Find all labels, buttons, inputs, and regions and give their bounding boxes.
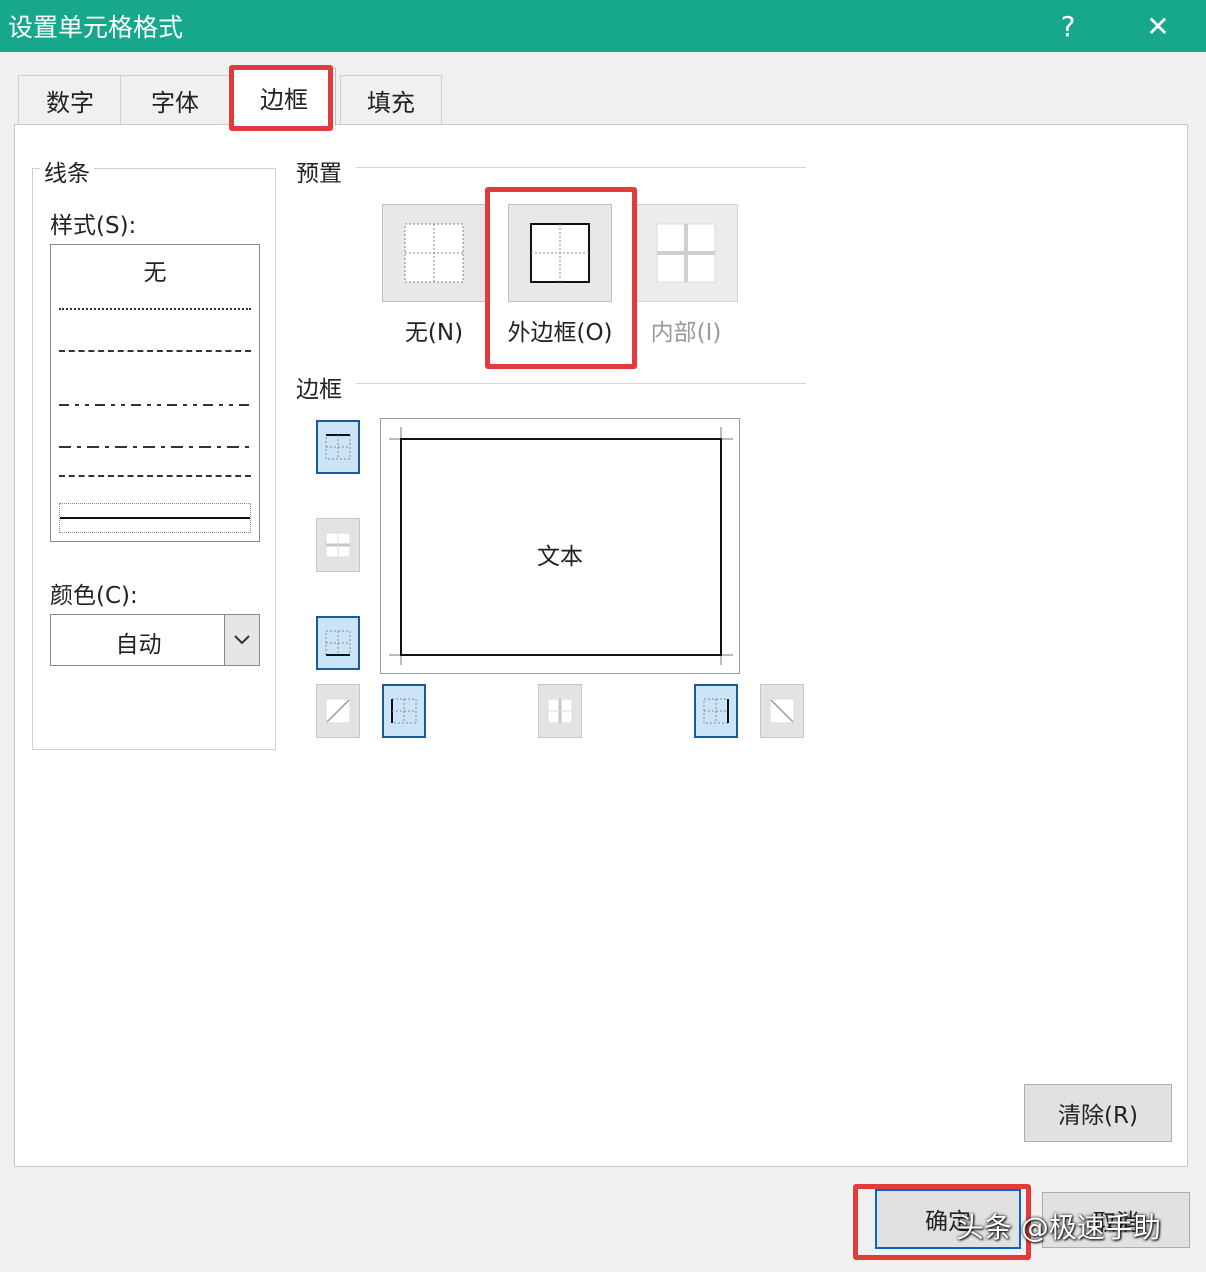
line-group-label: 线条 [40, 154, 94, 188]
watermark: 头条 @极速手助 [956, 1211, 1161, 1244]
border-diagonal-up-button[interactable] [316, 684, 360, 738]
border-inside-horizontal-icon [325, 532, 351, 558]
border-inside-vertical-button[interactable] [538, 684, 582, 738]
style-solid-selected[interactable] [59, 503, 251, 533]
color-label: 颜色(C): [46, 576, 142, 610]
dash-dot-dot-line [59, 404, 251, 406]
style-dashed[interactable] [59, 350, 251, 352]
border-top-button[interactable] [316, 420, 360, 474]
tab-fill[interactable]: 填充 [340, 75, 442, 125]
style-label: 样式(S): [46, 206, 141, 240]
border-diagonal-down-button[interactable] [760, 684, 804, 738]
clear-button[interactable]: 清除(R) [1024, 1084, 1172, 1142]
dash-dot-line [59, 446, 251, 448]
title-bar: 设置单元格格式 ? ✕ [0, 0, 1206, 52]
diagonal-down-icon [769, 698, 795, 724]
close-icon[interactable]: ✕ [1138, 6, 1178, 46]
style-fine-dashed[interactable] [59, 475, 251, 477]
solid-line [60, 517, 250, 519]
preset-none-button[interactable] [382, 204, 486, 302]
chevron-down-shape [234, 635, 250, 645]
presets-divider [356, 167, 806, 168]
diagonal-up-icon [325, 698, 351, 724]
highlight-preset-outline [485, 187, 637, 369]
style-none-option[interactable]: 无 [51, 253, 259, 287]
chevron-down-icon[interactable] [224, 615, 259, 665]
border-top-icon [325, 434, 351, 460]
tab-font[interactable]: 字体 [120, 75, 230, 125]
presets-group-label: 预置 [292, 154, 346, 188]
preset-inside-label: 内部(I) [650, 320, 722, 346]
preset-inside-icon [656, 223, 716, 283]
border-group-label: 边框 [292, 370, 346, 404]
border-preview[interactable]: 文本 [380, 418, 740, 674]
line-style-list[interactable]: 无 [50, 244, 260, 542]
preset-inside-button[interactable] [634, 204, 738, 302]
preset-none-label: 无(N) [404, 320, 464, 346]
border-right-icon [703, 698, 729, 724]
border-divider [356, 383, 806, 384]
color-value: 自动 [115, 632, 162, 658]
border-inside-vertical-icon [547, 698, 573, 724]
preview-text: 文本 [537, 544, 583, 570]
dialog-title: 设置单元格格式 [8, 13, 184, 42]
color-dropdown[interactable]: 自动 [50, 614, 260, 666]
border-left-button[interactable] [382, 684, 426, 738]
tab-number[interactable]: 数字 [18, 75, 122, 125]
border-inside-horizontal-button[interactable] [316, 518, 360, 572]
style-dotted[interactable] [59, 308, 251, 310]
border-bottom-icon [325, 630, 351, 656]
border-left-icon [391, 698, 417, 724]
border-bottom-button[interactable] [316, 616, 360, 670]
border-right-button[interactable] [694, 684, 738, 738]
highlight-tab-border [229, 65, 333, 131]
help-icon[interactable]: ? [1048, 6, 1088, 46]
preset-none-icon [404, 223, 464, 283]
